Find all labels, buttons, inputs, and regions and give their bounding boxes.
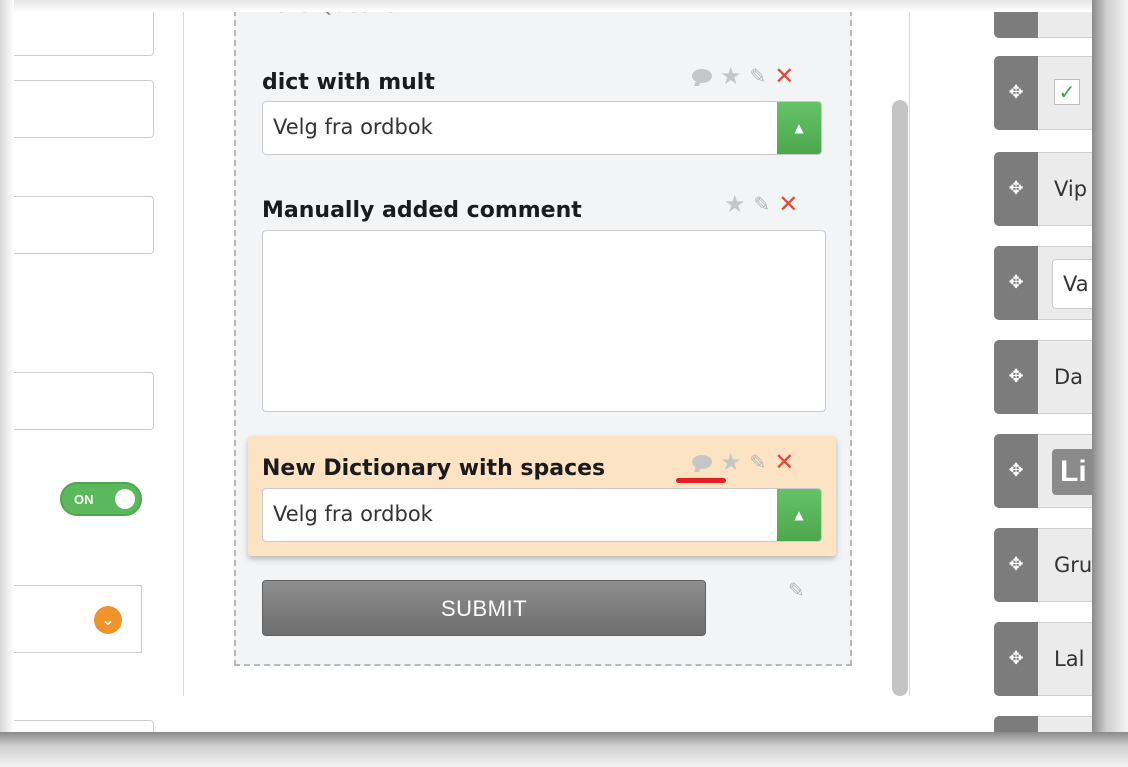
pencil-icon[interactable]: ✎: [750, 64, 767, 88]
field-label-new-dictionary: New Dictionary with spaces: [262, 456, 606, 481]
dictionary-select-1[interactable]: Velg fra ordbok ▲: [262, 101, 822, 155]
palette-item-checkbox[interactable]: ✥ ✓: [994, 56, 1104, 130]
dictionary-select-2[interactable]: Velg fra ordbok ▲: [262, 488, 822, 542]
edge-shadow: [0, 732, 1128, 767]
on-off-toggle[interactable]: ON: [60, 482, 142, 516]
palette-item-gru[interactable]: ✥ Gru: [994, 528, 1104, 602]
pencil-icon[interactable]: ✎: [750, 450, 767, 474]
close-icon[interactable]: ✕: [774, 64, 794, 88]
left-settings-panel: ON ⌄: [14, 12, 184, 732]
field-label-manual-comment: Manually added comment: [262, 198, 582, 223]
field-actions: ★ ✎ ✕: [724, 192, 798, 216]
move-icon[interactable]: ✥: [994, 56, 1038, 130]
select-placeholder: Velg fra ordbok: [273, 502, 433, 526]
edge-shadow: [0, 0, 14, 767]
updown-arrow-icon[interactable]: ▲: [777, 489, 821, 541]
comment-textarea[interactable]: [262, 230, 826, 412]
palette-item-lal[interactable]: ✥ Lal: [994, 622, 1104, 696]
star-icon[interactable]: ★: [720, 450, 742, 474]
toggle-knob: [115, 489, 135, 509]
comment-icon[interactable]: [692, 455, 712, 469]
move-icon[interactable]: ✥: [994, 434, 1038, 508]
field-label-dict-with-mult: dict with mult: [262, 70, 435, 95]
move-icon[interactable]: ✥: [994, 152, 1038, 226]
left-input-2[interactable]: [14, 80, 154, 138]
star-icon[interactable]: ★: [724, 192, 746, 216]
left-input-3[interactable]: [14, 196, 154, 254]
palette-item-label: Va: [1063, 272, 1089, 296]
left-input-4[interactable]: [14, 372, 154, 430]
submit-button[interactable]: SUBMIT: [262, 580, 706, 636]
star-icon[interactable]: ★: [720, 64, 742, 88]
app-window: ON ⌄ Rate Question dict with mult ★ ✎ ✕ …: [0, 0, 1128, 767]
left-input-5[interactable]: [14, 720, 154, 732]
divider: [183, 12, 184, 696]
palette-item-label: Lal: [1054, 647, 1085, 671]
close-icon[interactable]: ✕: [774, 450, 794, 474]
field-actions: ★ ✎ ✕: [692, 64, 794, 88]
checkbox-icon: ✓: [1054, 79, 1080, 105]
pencil-icon[interactable]: ✎: [788, 578, 805, 602]
palette-item-li[interactable]: ✥ Li: [994, 434, 1104, 508]
chevron-down-icon: ⌄: [94, 606, 122, 634]
updown-arrow-icon[interactable]: ▲: [777, 102, 821, 154]
palette-item-da[interactable]: ✥ Da: [994, 340, 1104, 414]
palette-item-va[interactable]: ✥ Va: [994, 246, 1112, 320]
move-icon[interactable]: ✥: [994, 246, 1038, 320]
palette-item-label: Da: [1054, 365, 1084, 389]
palette-item-vip[interactable]: ✥ Vip: [994, 152, 1104, 226]
move-icon[interactable]: ✥: [994, 622, 1038, 696]
left-input-1[interactable]: [14, 12, 154, 56]
pencil-icon[interactable]: ✎: [754, 192, 771, 216]
select-placeholder: Velg fra ordbok: [273, 115, 433, 139]
field-actions: ★ ✎ ✕: [692, 450, 794, 474]
left-dropdown[interactable]: ⌄: [14, 585, 142, 653]
move-icon[interactable]: ✥: [994, 340, 1038, 414]
move-icon[interactable]: ✥: [994, 528, 1038, 602]
palette-item-label: Vip: [1054, 177, 1088, 201]
close-icon[interactable]: ✕: [778, 192, 798, 216]
edge-shadow: [1092, 0, 1128, 767]
edge-shadow: [0, 0, 1128, 12]
palette-item-label: Gru: [1054, 553, 1093, 577]
divider: [909, 12, 910, 696]
scrollbar[interactable]: [892, 100, 908, 696]
comment-icon[interactable]: [692, 69, 712, 83]
annotation-underline: [676, 478, 726, 483]
toggle-label: ON: [74, 492, 94, 507]
